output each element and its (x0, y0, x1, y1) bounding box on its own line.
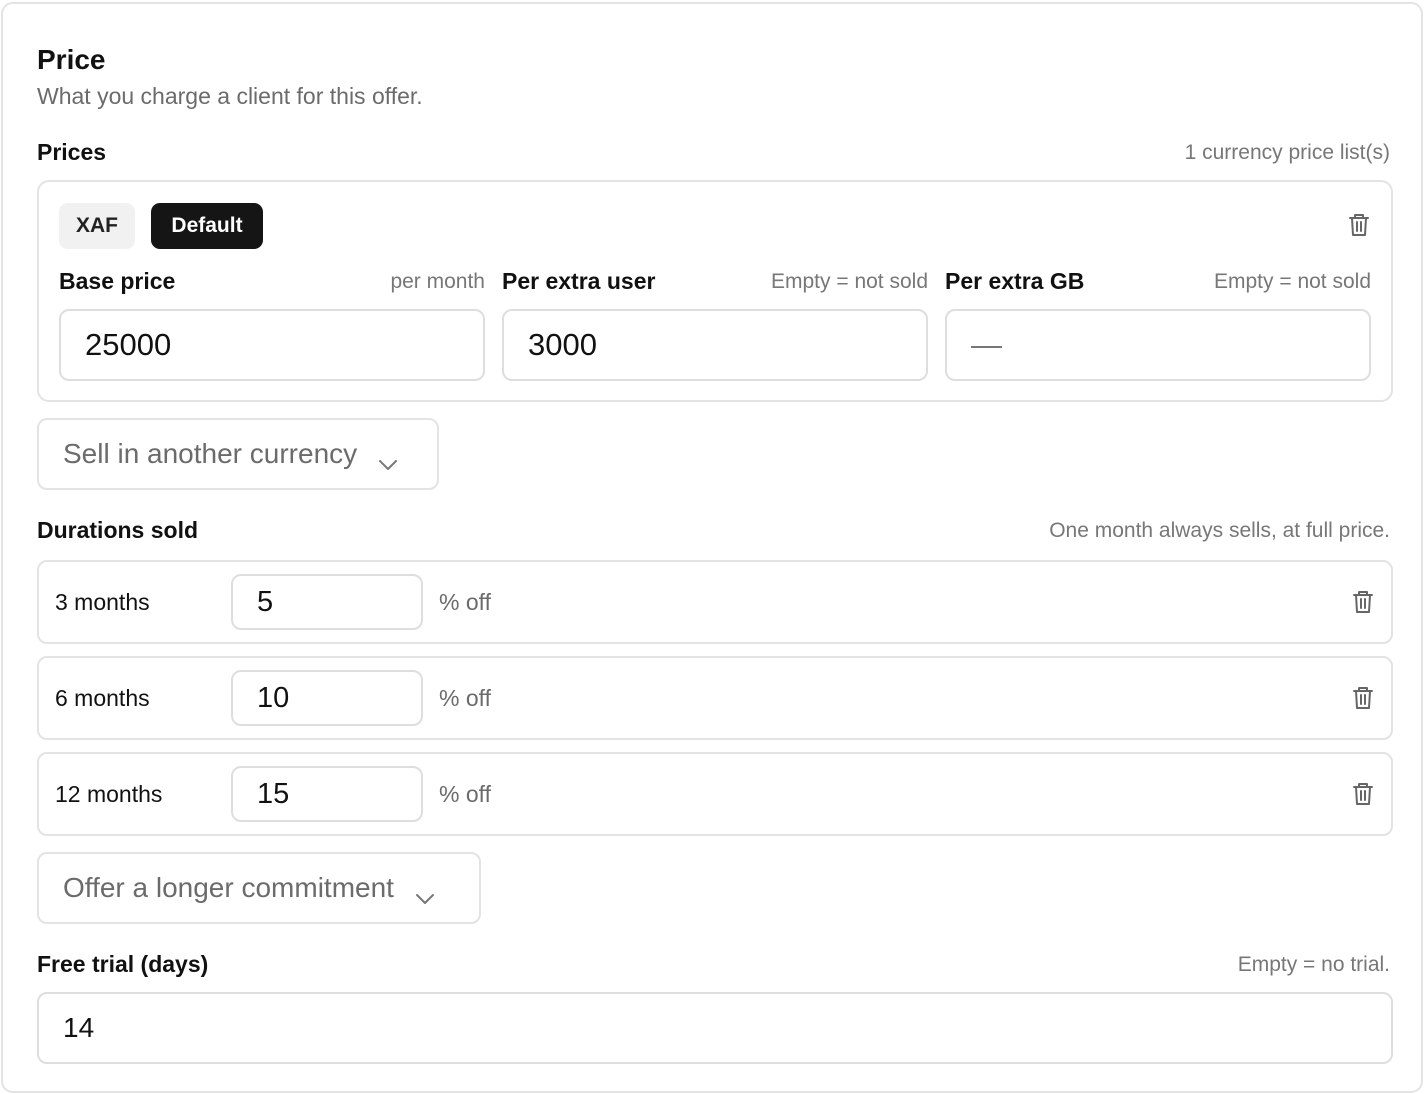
delete-duration-button[interactable] (1351, 589, 1375, 615)
trash-icon (1351, 781, 1375, 807)
duration-row: 6 months 10 % off (37, 656, 1393, 740)
price-card: Price What you charge a client for this … (1, 2, 1423, 1093)
trash-icon (1351, 589, 1375, 615)
currency-badge: XAF (59, 203, 135, 249)
free-trial-label: Free trial (days) (37, 951, 209, 977)
delete-price-list-button[interactable] (1347, 212, 1371, 238)
discount-input[interactable]: 5 (231, 574, 423, 630)
prices-label: Prices (37, 139, 107, 165)
currency-price-list: XAF Default Base price per month 25000 P… (37, 180, 1393, 402)
base-price-hint: per month (390, 270, 485, 293)
discount-suffix: % off (439, 589, 491, 615)
per-extra-gb-input[interactable]: — (945, 309, 1371, 381)
per-extra-gb-label: Per extra GB (945, 268, 1085, 294)
add-currency-dropdown[interactable]: Sell in another currency (37, 418, 439, 490)
durations-hint: One month always sells, at full price. (1049, 519, 1390, 542)
per-extra-gb-hint: Empty = not sold (1214, 270, 1371, 293)
free-trial-hint: Empty = no trial. (1237, 953, 1390, 976)
duration-row: 12 months 15 % off (37, 752, 1393, 836)
duration-label: 6 months (55, 685, 150, 711)
discount-input[interactable]: 10 (231, 670, 423, 726)
discount-suffix: % off (439, 685, 491, 711)
free-trial-input[interactable]: 14 (37, 992, 1393, 1064)
section-title: Price (37, 44, 106, 75)
default-badge: Default (151, 203, 263, 249)
duration-label: 12 months (55, 781, 163, 807)
prices-count-hint: 1 currency price list(s) (1184, 141, 1390, 164)
per-extra-user-label: Per extra user (502, 268, 656, 294)
discount-suffix: % off (439, 781, 491, 807)
trash-icon (1347, 212, 1371, 238)
base-price-input[interactable]: 25000 (59, 309, 485, 381)
discount-input[interactable]: 15 (231, 766, 423, 822)
add-duration-dropdown[interactable]: Offer a longer commitment (37, 852, 481, 924)
durations-label: Durations sold (37, 517, 199, 543)
delete-duration-button[interactable] (1351, 685, 1375, 711)
trash-icon (1351, 685, 1375, 711)
per-extra-user-input[interactable]: 3000 (502, 309, 928, 381)
duration-row: 3 months 5 % off (37, 560, 1393, 644)
duration-label: 3 months (55, 589, 150, 615)
chevron-down-icon (377, 447, 399, 470)
base-price-label: Base price (59, 268, 176, 294)
section-subtitle: What you charge a client for this offer. (37, 83, 423, 109)
delete-duration-button[interactable] (1351, 781, 1375, 807)
chevron-down-icon (414, 881, 436, 904)
per-extra-user-hint: Empty = not sold (771, 270, 928, 293)
add-duration-label: Offer a longer commitment (63, 872, 394, 903)
add-currency-label: Sell in another currency (63, 438, 358, 469)
